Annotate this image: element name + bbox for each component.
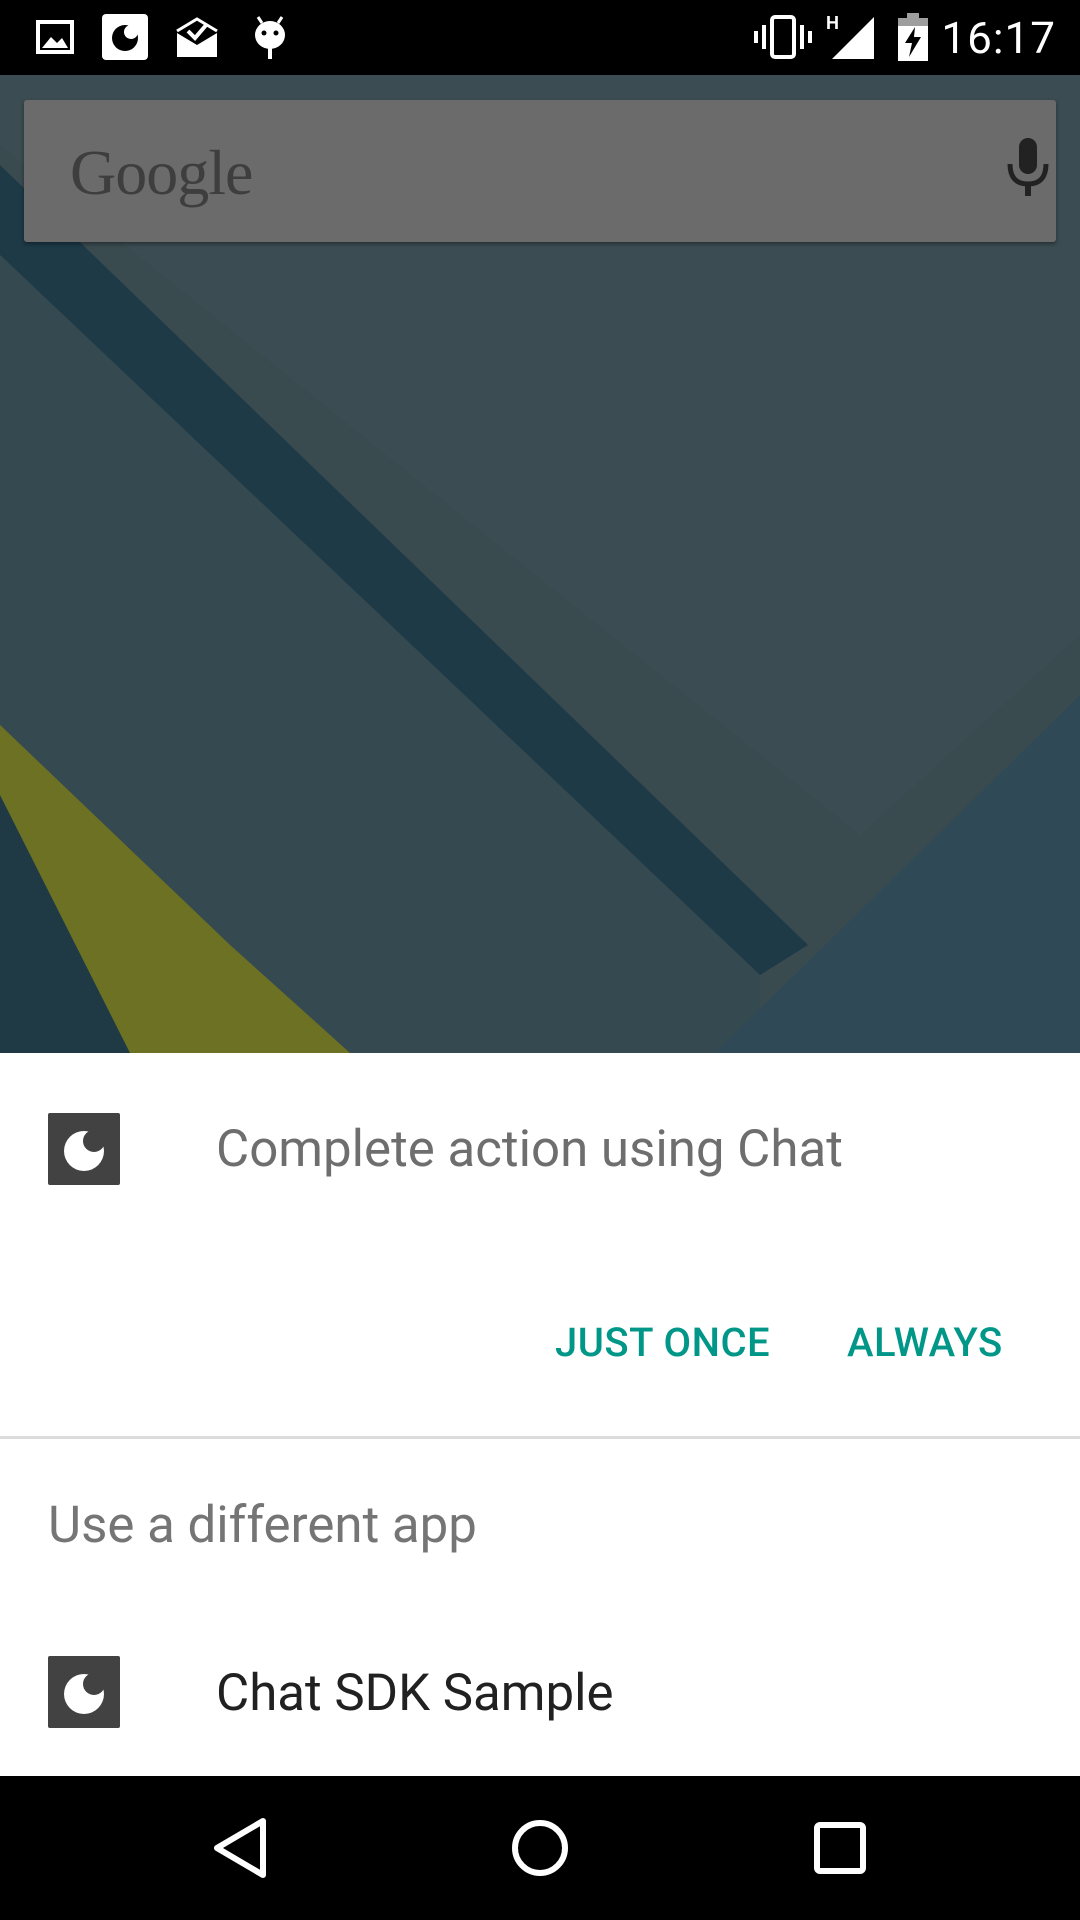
just-once-button[interactable]: JUST ONCE [555, 1316, 770, 1370]
status-bar: H 16:17 [0, 0, 1080, 75]
section-label: Use a different app [48, 1496, 477, 1555]
home-icon[interactable] [440, 1776, 640, 1920]
google-logo: Google [70, 137, 253, 208]
clock: 16:17 [941, 12, 1056, 64]
battery-charging-icon [898, 13, 928, 61]
home-wallpaper: Google [0, 75, 1080, 1053]
chat-app-icon [48, 1113, 120, 1185]
mail-check-icon [174, 13, 220, 61]
android-debug-icon [250, 13, 290, 61]
google-search-bar[interactable]: Google [24, 100, 1056, 242]
chat-app-icon [48, 1656, 120, 1728]
app-name: Chat SDK Sample [216, 1664, 614, 1723]
svg-text:H: H [826, 13, 839, 33]
vibrate-icon [754, 13, 812, 61]
image-icon [36, 13, 74, 61]
chat-app-icon [102, 13, 148, 61]
recents-icon[interactable] [740, 1776, 940, 1920]
dialog-title: Complete action using Chat [216, 1120, 843, 1179]
divider [0, 1436, 1080, 1439]
back-icon[interactable] [141, 1776, 341, 1920]
signal-icon: H [826, 13, 876, 61]
always-button[interactable]: ALWAYS [847, 1316, 1003, 1370]
navigation-bar [0, 1776, 1080, 1920]
